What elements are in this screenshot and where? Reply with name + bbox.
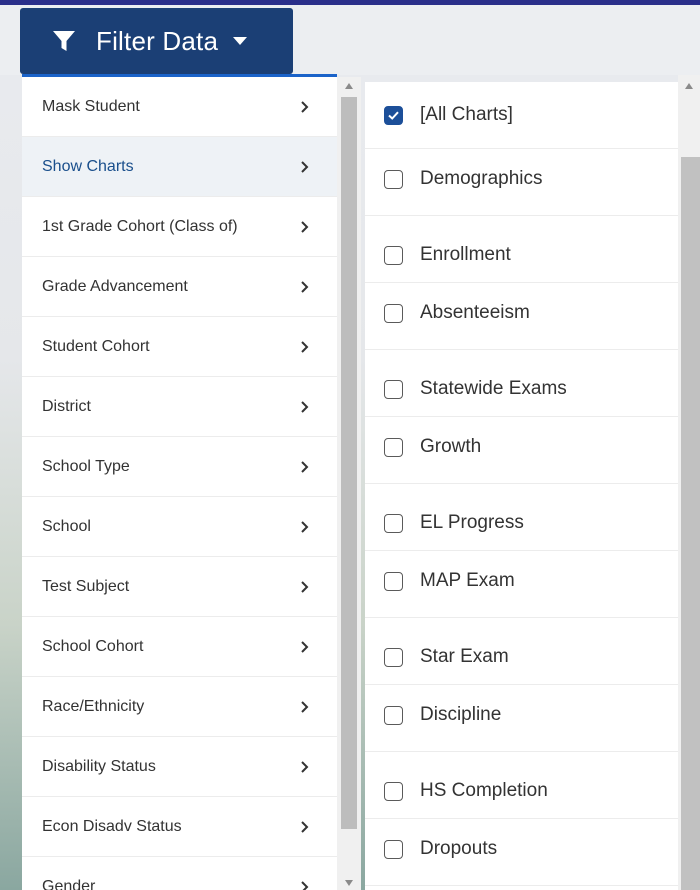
chevron-right-icon (300, 640, 310, 654)
chevron-right-icon (300, 700, 310, 714)
menu-item-label: Student Cohort (42, 337, 150, 355)
menu-item[interactable]: Race/Ethnicity (22, 677, 337, 737)
chart-option[interactable]: EL Progress (365, 484, 678, 551)
scroll-up-icon[interactable] (345, 83, 353, 89)
scroll-down-icon[interactable] (345, 880, 353, 886)
menu-scrollbar[interactable] (337, 77, 361, 890)
chart-option[interactable]: [All Charts] (365, 82, 678, 149)
menu-item-label: Econ Disadv Status (42, 817, 182, 835)
chart-option-label: EL Progress (420, 512, 524, 533)
filter-data-button[interactable]: Filter Data (20, 8, 293, 74)
menu-item-label: Test Subject (42, 577, 130, 595)
menu-item-label: Show Charts (42, 157, 134, 175)
checkbox-icon[interactable] (384, 170, 403, 189)
menu-item-label: Mask Student (42, 97, 140, 115)
chart-option[interactable]: Enrollment (365, 216, 678, 283)
chart-option[interactable]: Statewide Exams (365, 350, 678, 417)
checked-checkbox-icon[interactable] (384, 106, 403, 125)
filter-menu: Mask Student Show Charts 1st Grade Cohort … (22, 74, 337, 890)
chart-option[interactable]: HS Completion (365, 752, 678, 819)
checkbox-icon[interactable] (384, 380, 403, 399)
chart-option-label: Absenteeism (420, 302, 530, 323)
chart-option-label: Statewide Exams (420, 378, 567, 399)
menu-item-label: School Type (42, 457, 130, 475)
chart-option-label: [All Charts] (420, 104, 513, 125)
menu-item[interactable]: 1st Grade Cohort (Class of) (22, 197, 337, 257)
menu-item-label: School (42, 517, 91, 535)
menu-item-label: School Cohort (42, 637, 144, 655)
menu-item-label: Disability Status (42, 757, 156, 775)
chart-option-label: Enrollment (420, 244, 511, 265)
checkbox-icon[interactable] (384, 246, 403, 265)
menu-item-label: 1st Grade Cohort (Class of) (42, 217, 238, 235)
charts-scroll-thumb[interactable] (681, 157, 700, 890)
checkbox-icon[interactable] (384, 782, 403, 801)
chart-option-label: Star Exam (420, 646, 509, 667)
chart-option-label: Growth (420, 436, 482, 457)
menu-item[interactable]: School (22, 497, 337, 557)
show-charts-submenu: [All Charts] Demographics Enrollment Absent… (365, 82, 678, 890)
chart-option[interactable]: Star Exam (365, 618, 678, 685)
chevron-right-icon (300, 220, 310, 234)
menu-item[interactable]: Student Cohort (22, 317, 337, 377)
menu-item[interactable]: School Type (22, 437, 337, 497)
checkbox-icon[interactable] (384, 648, 403, 667)
chevron-right-icon (300, 520, 310, 534)
menu-item[interactable]: Econ Disadv Status (22, 797, 337, 857)
menu-item-label: District (42, 397, 91, 415)
menu-item-label: Gender (42, 877, 96, 890)
menu-item[interactable]: Mask Student (22, 77, 337, 137)
chevron-right-icon (300, 460, 310, 474)
checkbox-icon[interactable] (384, 438, 403, 457)
chevron-right-icon (300, 820, 310, 834)
chart-option[interactable]: Demographics (365, 149, 678, 216)
chart-option[interactable]: MAP Exam (365, 551, 678, 618)
chart-option-label: MAP Exam (420, 570, 515, 591)
chevron-right-icon (300, 100, 310, 114)
chevron-right-icon (300, 580, 310, 594)
chart-option[interactable]: Dropouts (365, 819, 678, 886)
chevron-right-icon (300, 160, 310, 174)
menu-item[interactable]: District (22, 377, 337, 437)
chevron-right-icon (300, 400, 310, 414)
checkbox-icon[interactable] (384, 840, 403, 859)
chevron-right-icon (300, 760, 310, 774)
menu-item-label: Race/Ethnicity (42, 697, 145, 715)
checkbox-icon[interactable] (384, 706, 403, 725)
checkbox-icon[interactable] (384, 572, 403, 591)
chart-option-label: Discipline (420, 704, 502, 725)
menu-item[interactable]: Disability Status (22, 737, 337, 797)
checkbox-icon[interactable] (384, 304, 403, 323)
chart-option[interactable]: Growth (365, 417, 678, 484)
chart-option-label: Dropouts (420, 838, 498, 859)
menu-scroll-thumb[interactable] (341, 97, 357, 829)
chart-option-label: Demographics (420, 168, 543, 189)
header-area: Filter Data (0, 5, 700, 75)
menu-item[interactable]: Gender (22, 857, 337, 890)
chart-option[interactable]: Absenteeism (365, 283, 678, 350)
scroll-up-icon[interactable] (685, 83, 693, 89)
chevron-right-icon (300, 340, 310, 354)
chevron-right-icon (300, 280, 310, 294)
filter-data-label: Filter Data (96, 25, 219, 56)
caret-down-icon (232, 36, 248, 46)
charts-scrollbar[interactable] (678, 75, 700, 890)
menu-item[interactable]: Test Subject (22, 557, 337, 617)
checkbox-icon[interactable] (384, 514, 403, 533)
chevron-right-icon (300, 880, 310, 890)
menu-item[interactable]: School Cohort (22, 617, 337, 677)
menu-item-label: Grade Advancement (42, 277, 188, 295)
funnel-icon (52, 29, 76, 53)
chart-option[interactable]: Discipline (365, 685, 678, 752)
menu-item[interactable]: Grade Advancement (22, 257, 337, 317)
chart-option-label: HS Completion (420, 780, 548, 801)
menu-item[interactable]: Show Charts (22, 137, 337, 197)
